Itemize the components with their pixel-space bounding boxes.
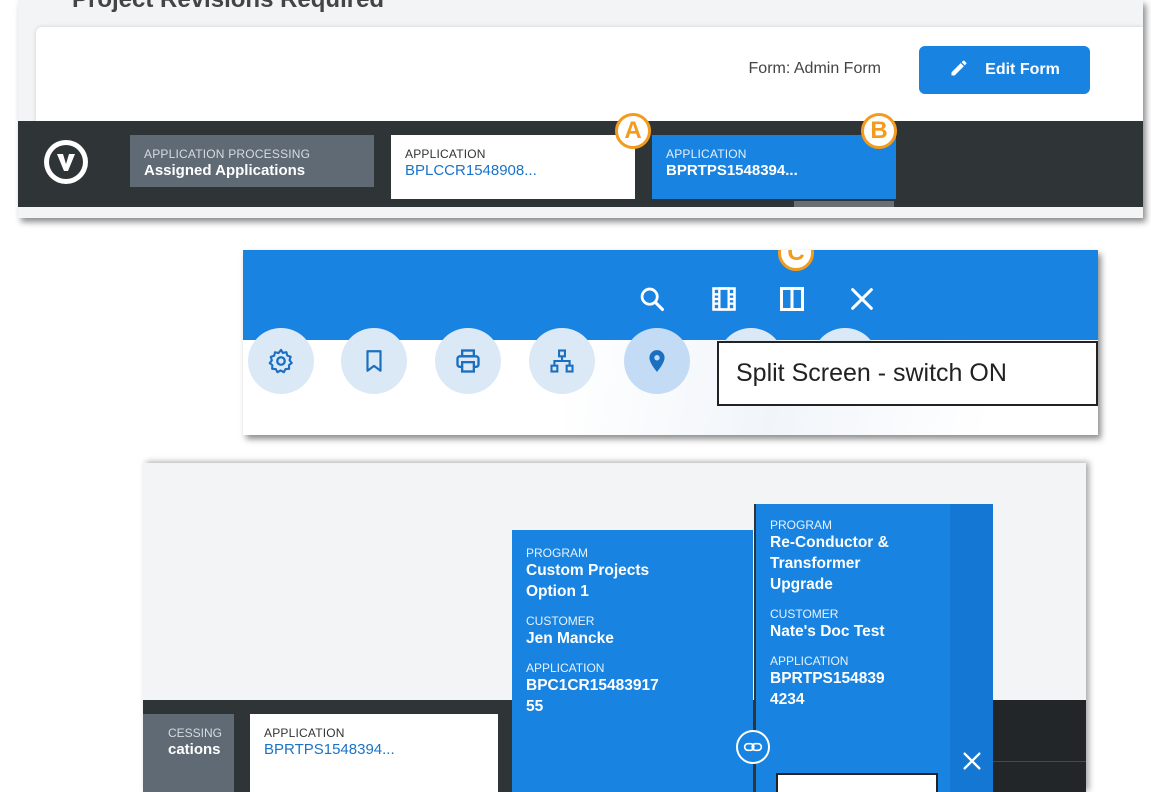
program-name-line: Option 1 <box>526 583 589 600</box>
tab-name: BPLCCR1548908... <box>405 162 537 179</box>
tab-category: APPLICATION <box>264 726 345 740</box>
split-card-left[interactable]: PROGRAM Custom Projects Option 1 CUSTOME… <box>512 530 753 792</box>
settings-icon[interactable] <box>248 328 314 394</box>
application-header-panel: Project Revisions Required Form: Admin F… <box>18 0 1143 218</box>
hierarchy-icon[interactable] <box>529 328 595 394</box>
application-id-line: BPC1CR15483917 <box>526 677 659 694</box>
tab-application-bprtps[interactable]: APPLICATION BPRTPS1548394... <box>250 714 498 792</box>
tab-name: Assigned Applications <box>144 162 306 179</box>
tooltip <box>776 773 938 792</box>
split-screen-icon[interactable] <box>776 283 808 315</box>
split-screen-panel: CESSING cations APPLICATION BPRTPS154839… <box>143 463 1086 792</box>
location-pin-icon[interactable] <box>624 328 690 394</box>
application-id-line: 55 <box>526 698 544 715</box>
logo-icon <box>44 140 88 184</box>
tab-assigned-applications[interactable]: APPLICATION PROCESSING Assigned Applicat… <box>130 135 374 187</box>
tab-name: cations <box>167 741 221 758</box>
program-label: PROGRAM <box>770 518 833 532</box>
tab-category: APPLICATION PROCESSING <box>144 147 311 161</box>
close-icon[interactable] <box>846 283 878 315</box>
tab-underline <box>794 201 894 207</box>
tab-category: APPLICATION <box>666 147 747 161</box>
close-icon[interactable] <box>956 745 988 777</box>
application-label: APPLICATION <box>526 661 605 675</box>
callout-marker-a: A <box>615 113 651 149</box>
search-icon[interactable] <box>636 283 668 315</box>
tab-category: CESSING <box>167 726 222 740</box>
page-title: Project Revisions Required <box>72 0 384 14</box>
customer-name: Jen Mancke <box>526 630 614 647</box>
form-label: Form: Admin Form <box>748 60 881 77</box>
application-label: APPLICATION <box>770 654 849 668</box>
split-screen-tooltip: Split Screen - switch ON <box>717 341 1098 406</box>
link-icon[interactable] <box>736 730 770 764</box>
toolbar-header <box>243 250 1098 340</box>
tab-assigned-applications[interactable]: CESSING cations <box>143 714 234 792</box>
program-label: PROGRAM <box>526 546 589 560</box>
program-name-line: Upgrade <box>770 576 833 593</box>
split-card-right[interactable]: PROGRAM Re-Conductor & Transformer Upgra… <box>754 504 950 792</box>
customer-name: Nate's Doc Test <box>770 623 885 640</box>
program-name-line: Custom Projects <box>526 562 650 579</box>
print-icon[interactable] <box>435 328 501 394</box>
pencil-icon <box>949 58 969 83</box>
program-name-line: Re-Conductor & <box>770 534 889 551</box>
tab-name: BPRTPS1548394... <box>666 162 798 179</box>
application-id-line: BPRTPS154839 <box>770 670 885 687</box>
edit-form-button[interactable]: Edit Form <box>919 46 1090 94</box>
program-name-line: Transformer <box>770 555 861 572</box>
form-header-card: Form: Admin Form Edit Form <box>36 27 1143 121</box>
customer-label: CUSTOMER <box>770 607 839 621</box>
tab-application-bplccr[interactable]: APPLICATION BPLCCR1548908... <box>391 135 635 199</box>
customer-label: CUSTOMER <box>526 614 595 628</box>
application-id-line: 4234 <box>770 691 805 708</box>
tab-name: BPRTPS1548394... <box>264 741 395 758</box>
toolbar-panel: Split Screen - switch ON C <box>243 250 1098 435</box>
edit-form-label: Edit Form <box>985 61 1060 78</box>
bookmark-icon[interactable] <box>341 328 407 394</box>
callout-marker-b: B <box>861 113 897 149</box>
filmstrip-icon[interactable] <box>708 283 740 315</box>
application-tab-bar: APPLICATION PROCESSING Assigned Applicat… <box>18 121 1143 207</box>
tab-application-bprtps[interactable]: APPLICATION BPRTPS1548394... <box>652 135 896 199</box>
tab-category: APPLICATION <box>405 147 486 161</box>
